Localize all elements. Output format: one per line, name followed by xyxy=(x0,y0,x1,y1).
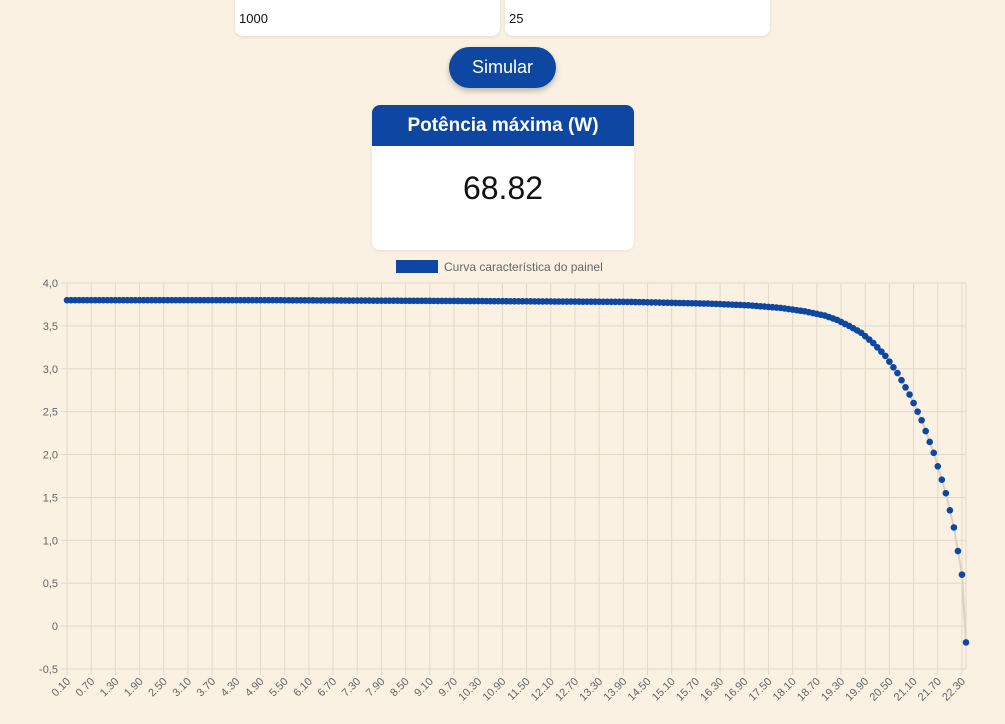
x-tick-label: 15.10 xyxy=(650,676,678,704)
data-point[interactable] xyxy=(954,547,962,555)
x-tick-label: 22.30 xyxy=(940,676,968,704)
data-point[interactable] xyxy=(942,489,950,497)
data-point[interactable] xyxy=(882,352,889,360)
x-tick-label: 19.30 xyxy=(819,676,847,704)
x-tick-label: 16.90 xyxy=(722,676,750,704)
y-tick-label: 1,0 xyxy=(43,535,58,547)
x-tick-label: 10.30 xyxy=(456,676,484,704)
series-line xyxy=(67,299,967,643)
y-tick-label: 2,0 xyxy=(43,450,58,462)
y-tick-label: 4,0 xyxy=(43,278,58,290)
max-power-title: Potência máxima (W) xyxy=(372,105,634,146)
legend-label: Curva característica do painel xyxy=(444,260,603,274)
irradiance-input[interactable] xyxy=(235,0,500,36)
x-tick-label: 20.50 xyxy=(868,676,896,704)
data-point[interactable] xyxy=(902,384,909,391)
chart-legend[interactable]: Curva característica do painel xyxy=(396,260,603,274)
x-tick-label: 13.30 xyxy=(577,676,605,704)
data-point[interactable] xyxy=(958,571,966,578)
x-tick-label: 0.70 xyxy=(74,676,98,700)
x-tick-label: 12.70 xyxy=(553,676,581,704)
data-point[interactable] xyxy=(886,358,893,365)
max-power-card: Potência máxima (W) 68.82 xyxy=(372,105,634,250)
data-point[interactable] xyxy=(914,408,921,415)
x-tick-label: 4.30 xyxy=(219,676,243,700)
x-tick-label: 2.50 xyxy=(146,676,170,700)
x-tick-label: 18.10 xyxy=(771,676,799,704)
x-tick-label: 9.10 xyxy=(412,676,436,700)
data-point[interactable] xyxy=(962,639,970,646)
x-tick-label: 6.70 xyxy=(316,676,340,700)
x-tick-label: 3.10 xyxy=(170,676,194,700)
x-tick-label: 1.30 xyxy=(98,676,122,700)
data-point[interactable] xyxy=(910,399,917,407)
y-tick-label: 0,5 xyxy=(43,578,58,590)
x-tick-label: 4.90 xyxy=(243,676,267,700)
data-point[interactable] xyxy=(934,462,942,470)
y-tick-label: 1,5 xyxy=(43,492,58,504)
x-tick-label: 15.70 xyxy=(674,676,702,704)
x-tick-label: 19.90 xyxy=(843,676,871,704)
max-power-value: 68.82 xyxy=(462,170,544,206)
x-tick-label: 0.10 xyxy=(49,676,73,700)
legend-swatch xyxy=(396,260,438,273)
data-point[interactable] xyxy=(938,476,946,484)
iv-curve-chart: Curva característica do painel 4,0 3,5 3,0… xyxy=(39,260,970,704)
data-point[interactable] xyxy=(930,449,938,457)
data-point[interactable] xyxy=(922,427,929,435)
x-tick-label: 7.90 xyxy=(364,676,388,700)
x-tick-label: 18.70 xyxy=(795,676,823,704)
data-point[interactable] xyxy=(906,391,913,398)
x-tick-label: 6.10 xyxy=(291,676,315,700)
x-tick-label: 14.50 xyxy=(626,676,654,704)
x-tick-label: 8.50 xyxy=(388,676,412,700)
simulate-button[interactable]: Simular xyxy=(449,47,556,88)
x-tick-label: 5.50 xyxy=(267,676,291,700)
x-tick-label: 10.90 xyxy=(481,676,509,704)
y-tick-label: -0,5 xyxy=(39,664,58,676)
x-tick-label: 3.70 xyxy=(195,676,219,700)
temperature-input[interactable] xyxy=(505,0,770,36)
x-tick-label: 21.10 xyxy=(892,676,920,704)
data-point[interactable] xyxy=(926,438,934,446)
data-point[interactable] xyxy=(950,524,958,531)
y-tick-label: 2,5 xyxy=(43,407,58,419)
x-tick-label: 16.30 xyxy=(698,676,726,704)
x-tick-label: 13.90 xyxy=(602,676,630,704)
x-tick-label: 11.50 xyxy=(505,676,532,703)
data-point[interactable] xyxy=(918,416,925,424)
x-tick-label: 21.70 xyxy=(916,676,944,704)
data-point[interactable] xyxy=(898,376,905,384)
y-tick-label: 3,0 xyxy=(43,364,58,376)
data-point[interactable] xyxy=(890,364,897,371)
y-tick-label: 0 xyxy=(52,621,58,633)
data-point[interactable] xyxy=(946,507,954,514)
y-tick-label: 3,5 xyxy=(43,321,58,333)
x-tick-label: 12.10 xyxy=(529,676,557,704)
data-point[interactable] xyxy=(894,369,901,377)
x-tick-label: 1.90 xyxy=(122,676,146,700)
x-tick-label: 17.50 xyxy=(747,676,775,704)
x-tick-label: 7.30 xyxy=(340,676,364,700)
